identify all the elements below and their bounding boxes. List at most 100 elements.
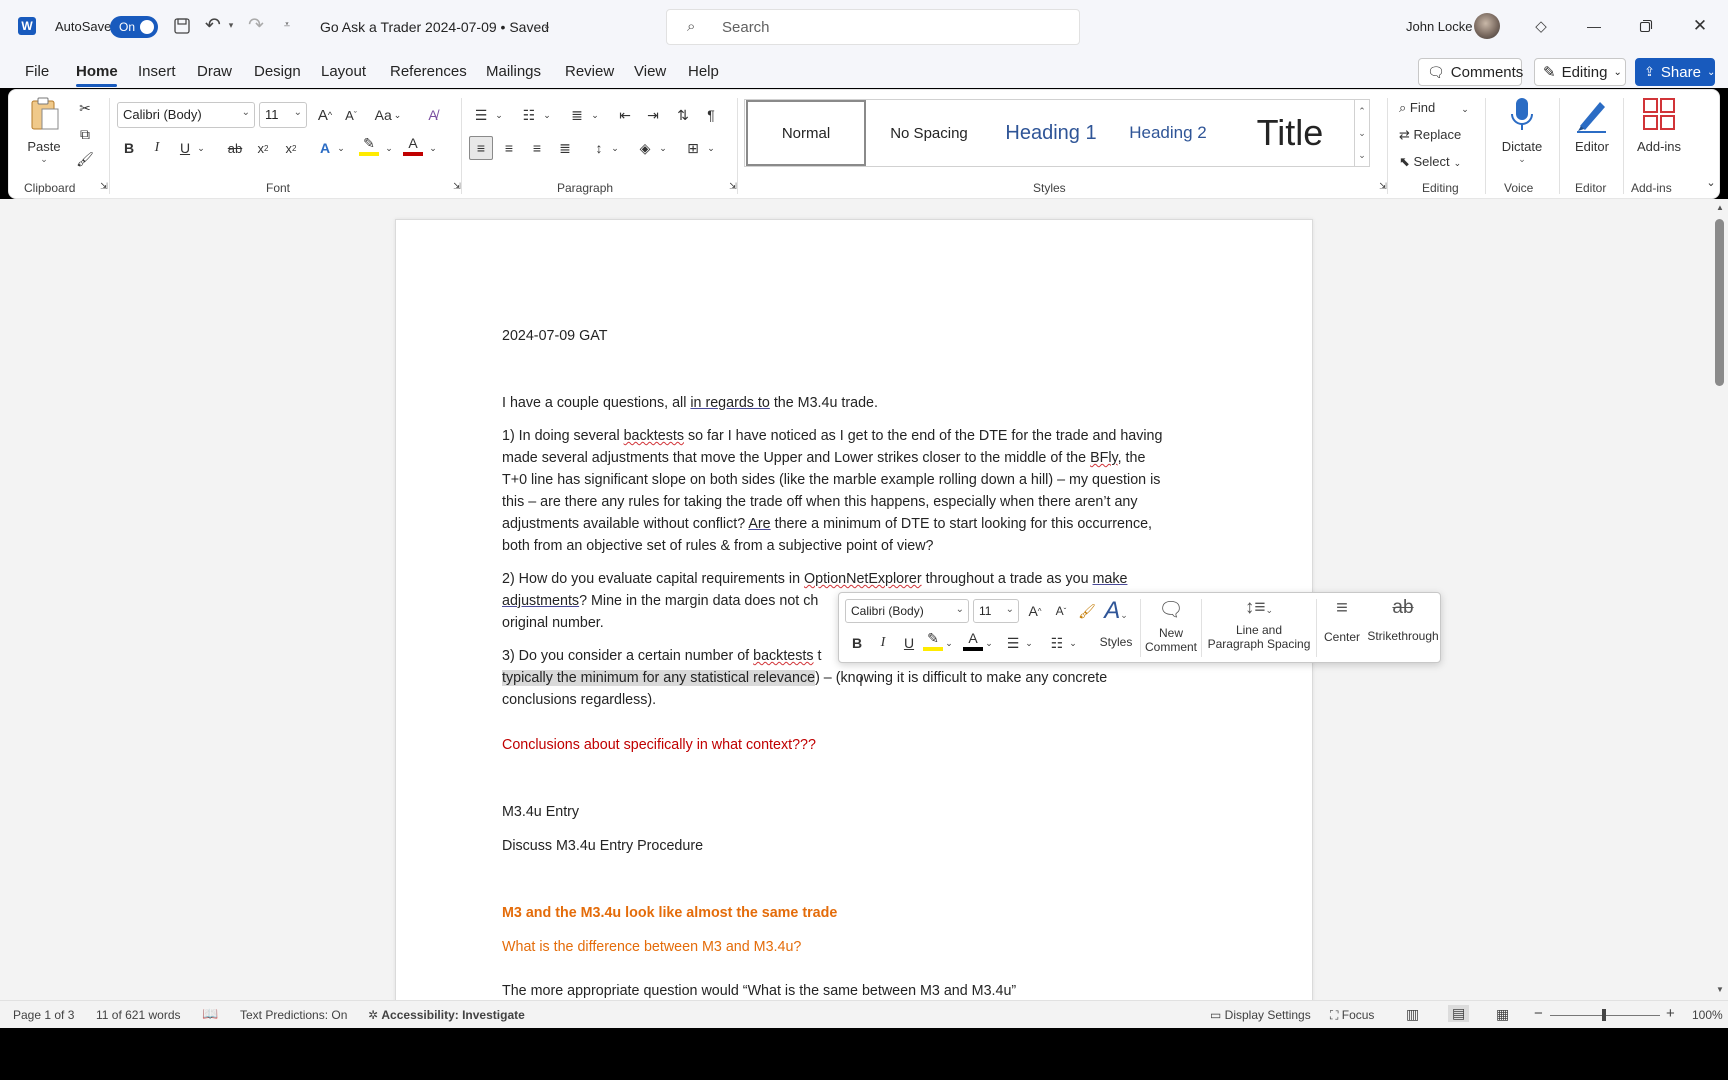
search-box[interactable]: ⌕ Search (666, 9, 1080, 45)
center-button[interactable]: ≡ Center (1319, 597, 1365, 659)
zoom-level[interactable]: 100% (1692, 1008, 1723, 1022)
add-ins-button[interactable]: Add-ins (1629, 96, 1689, 166)
tab-draw[interactable]: Draw (197, 63, 232, 80)
italic-icon[interactable]: I (145, 136, 169, 160)
tab-layout[interactable]: Layout (321, 63, 366, 80)
shrink-font-icon[interactable]: Aˇ (1049, 599, 1073, 623)
numbering-icon[interactable]: ☷ (517, 103, 541, 127)
word-count[interactable]: 11 of 621 words (96, 1008, 181, 1022)
copy-icon[interactable]: ⧉ (73, 122, 97, 146)
tab-mailings[interactable]: Mailings (486, 63, 541, 80)
paste-button[interactable]: Paste ⌄ (27, 96, 61, 176)
chevron-down-icon[interactable]: ⌄ (657, 136, 669, 160)
tab-insert[interactable]: Insert (138, 63, 176, 80)
bold-icon[interactable]: B (845, 631, 869, 655)
line-spacing-icon[interactable]: ↕ (587, 136, 611, 160)
undo-icon[interactable]: ↶ (202, 14, 224, 36)
proofing-icon[interactable]: 📖 (202, 1006, 218, 1022)
chevron-down-icon[interactable]: ⌄ (943, 631, 955, 655)
paragraph-launcher-icon[interactable]: ⇲ (721, 174, 745, 198)
clear-formatting-icon[interactable]: A̸ (421, 103, 445, 127)
superscript-icon[interactable]: x2 (279, 136, 303, 160)
floatie-size-dropdown[interactable]: 11 ⌄ (973, 599, 1019, 623)
subscript-icon[interactable]: x2 (251, 136, 275, 160)
minimize-icon[interactable]: — (1584, 16, 1604, 36)
diamond-icon[interactable]: ◇ (1531, 16, 1551, 36)
strikethrough-button[interactable]: ab Strikethrough (1367, 597, 1439, 659)
customize-toolbar-icon[interactable]: ⩡ (280, 17, 294, 33)
display-settings-button[interactable]: ▭ Display Settings (1210, 1008, 1311, 1022)
align-center-icon[interactable]: ≡ (497, 136, 521, 160)
chevron-down-icon[interactable]: ⌄ (541, 103, 553, 127)
editing-mode-button[interactable]: ✎ Editing ⌄ (1534, 58, 1626, 86)
redo-icon[interactable]: ↷ (245, 14, 267, 36)
save-icon[interactable] (172, 16, 192, 36)
style-heading-2[interactable]: Heading 2 (1113, 100, 1223, 166)
chevron-down-icon[interactable]: ⌄ (705, 136, 717, 160)
chevron-down-icon[interactable]: ⌄ (609, 136, 621, 160)
scroll-down-icon[interactable]: ▼ (1716, 985, 1724, 994)
floatie-styles-button[interactable]: A⌄ Styles (1095, 597, 1137, 659)
bullets-icon[interactable]: ☰ (1001, 631, 1025, 655)
avatar[interactable] (1474, 13, 1500, 39)
font-launcher-icon[interactable]: ⇲ (445, 174, 469, 198)
styles-scroll[interactable]: ⌃ ⌄ ⌄ (1354, 99, 1370, 167)
font-color-icon[interactable]: A (963, 629, 983, 651)
italic-icon[interactable]: I (871, 631, 895, 655)
select-button[interactable]: ⬉ Select ⌄ (1399, 154, 1461, 170)
increase-indent-icon[interactable]: ⇥ (641, 103, 665, 127)
decrease-indent-icon[interactable]: ⇤ (613, 103, 637, 127)
chevron-down-icon[interactable]: ⌄ (1067, 631, 1079, 655)
share-button[interactable]: ⇪ Share ⌄ (1635, 58, 1715, 86)
find-button[interactable]: ⌕ Find ⌄ (1399, 100, 1469, 116)
shading-icon[interactable]: ◈ (633, 136, 657, 160)
underline-icon[interactable]: U (897, 631, 921, 655)
sort-icon[interactable]: ⇅ (671, 103, 695, 127)
editor-button[interactable]: Editor (1567, 96, 1617, 166)
style-heading-1[interactable]: Heading 1 (991, 100, 1111, 166)
text-predictions-status[interactable]: Text Predictions: On (240, 1008, 347, 1022)
chevron-down-icon[interactable]: ⌄ (427, 136, 439, 160)
zoom-thumb[interactable] (1602, 1009, 1606, 1021)
multilevel-list-icon[interactable]: ≣ (565, 103, 589, 127)
strikethrough-icon[interactable]: ab (223, 136, 247, 160)
font-name-dropdown[interactable]: Calibri (Body) ⌄ (117, 102, 255, 128)
chevron-down-icon[interactable]: ⌄ (589, 103, 601, 127)
tab-review[interactable]: Review (565, 63, 614, 80)
shrink-font-icon[interactable]: Aˇ (339, 103, 363, 127)
chevron-down-icon[interactable]: ⌄ (335, 136, 347, 160)
highlight-icon[interactable]: ✎ (359, 134, 379, 156)
web-layout-icon[interactable]: ▦ (1496, 1006, 1509, 1023)
replace-button[interactable]: ⇄ Replace (1399, 127, 1461, 143)
chevron-down-icon[interactable]: ⌄ (983, 631, 995, 655)
read-mode-icon[interactable]: ▥ (1406, 1006, 1419, 1023)
tab-design[interactable]: Design (254, 63, 301, 80)
grow-font-icon[interactable]: A ^ (1023, 599, 1047, 623)
document-title[interactable]: Go Ask a Trader 2024-07-09 • Saved (320, 19, 549, 35)
restore-icon[interactable] (1636, 16, 1656, 36)
format-painter-icon[interactable]: 🖌 (73, 147, 97, 171)
tab-file[interactable]: File (25, 63, 49, 80)
numbering-icon[interactable]: ☷ (1045, 631, 1069, 655)
justify-icon[interactable]: ≣ (553, 136, 577, 160)
show-formatting-icon[interactable]: ¶ (699, 103, 723, 127)
page-count[interactable]: Page 1 of 3 (13, 1008, 74, 1022)
dictate-button[interactable]: Dictate ⌄ (1493, 96, 1551, 176)
undo-dropdown-icon[interactable]: ▾ (226, 19, 236, 31)
zoom-in-icon[interactable]: + (1666, 1005, 1675, 1022)
bold-icon[interactable]: B (117, 136, 141, 160)
chevron-down-icon[interactable]: ⌄ (195, 136, 207, 160)
tab-help[interactable]: Help (688, 63, 719, 80)
borders-icon[interactable]: ⊞ (681, 136, 705, 160)
align-left-icon[interactable]: ≡ (469, 136, 493, 160)
tab-home[interactable]: Home (76, 63, 118, 80)
new-comment-button[interactable]: 🗨 New Comment (1143, 597, 1199, 659)
focus-button[interactable]: ⛶ Focus (1330, 1008, 1374, 1023)
print-layout-icon[interactable]: ▤ (1448, 1005, 1470, 1022)
clipboard-launcher-icon[interactable]: ⇲ (92, 174, 116, 198)
style-no-spacing[interactable]: No Spacing (869, 100, 989, 166)
accessibility-status[interactable]: ✲ Accessibility: Investigate (368, 1008, 525, 1022)
font-color-icon[interactable]: A (403, 134, 423, 156)
chevron-down-icon[interactable]: ⌄ (383, 136, 395, 160)
scroll-thumb[interactable] (1715, 219, 1724, 386)
